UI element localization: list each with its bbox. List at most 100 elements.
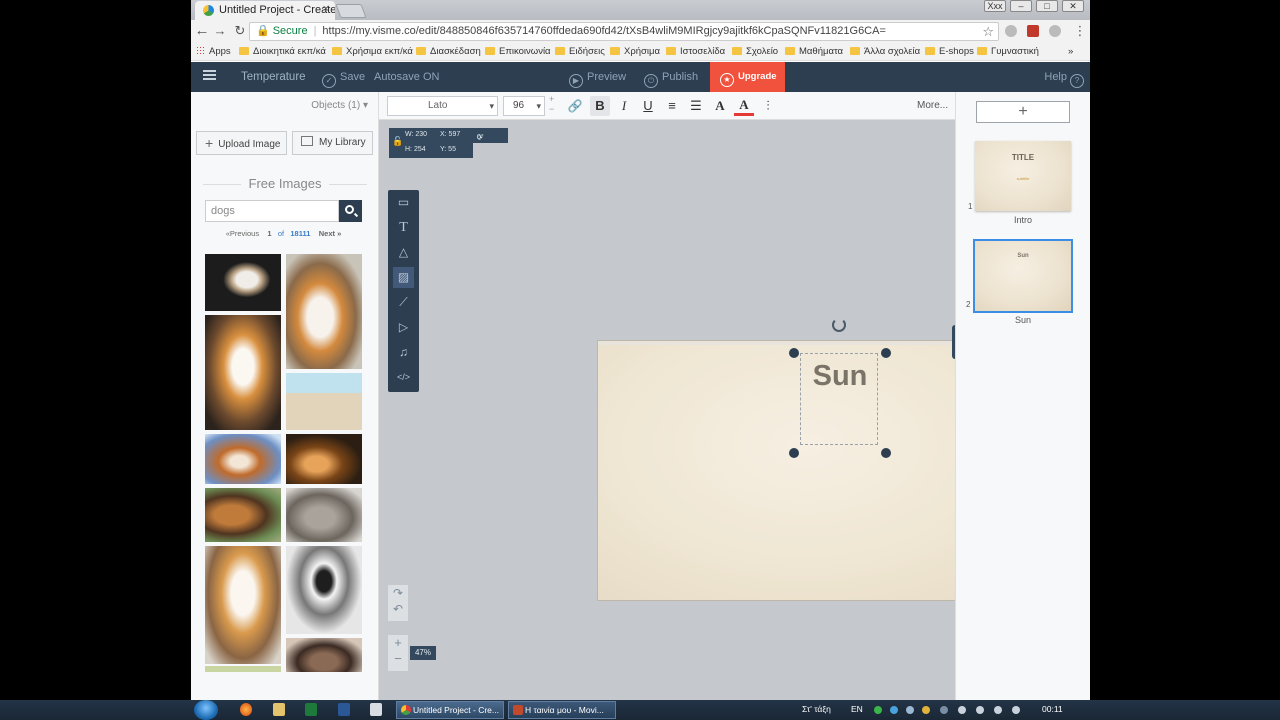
publish-button[interactable]: ⏻ Publish xyxy=(644,71,698,88)
highlight-color-icon[interactable]: A xyxy=(734,96,754,116)
undo-icon[interactable]: ↶ xyxy=(388,601,408,617)
embed-code-icon[interactable]: </> xyxy=(393,367,414,388)
address-bar[interactable]: 🔒 Secure | https://my.visme.co/edit/8488508… xyxy=(249,22,999,41)
extension-red-icon[interactable] xyxy=(1027,25,1039,37)
size-stepper[interactable]: + − xyxy=(549,94,554,114)
image-thumbnail[interactable] xyxy=(205,315,281,430)
excel-icon[interactable] xyxy=(305,703,317,716)
resize-handle[interactable] xyxy=(789,448,799,458)
more-button[interactable]: More... xyxy=(917,100,948,111)
bookmark-folder[interactable]: Διοικητικά εκπ/κά xyxy=(239,46,326,57)
italic-button[interactable]: I xyxy=(614,96,634,116)
browser-tab[interactable]: Untitled Project - Create × xyxy=(195,1,335,20)
image-thumbnail[interactable] xyxy=(205,666,281,672)
underline-button[interactable]: U xyxy=(638,96,658,116)
autosave-toggle[interactable]: Autosave ON xyxy=(374,71,439,83)
text-color-icon[interactable]: A xyxy=(710,96,730,116)
canvas-area[interactable]: W: 230 X: 597 ⟳ 0° H: 254 Y: 55 🔓 ▭ T △ … xyxy=(379,120,1061,700)
back-arrow-icon[interactable]: ← xyxy=(193,22,211,39)
preview-button[interactable]: ▶ Preview xyxy=(569,71,626,88)
profile-button[interactable]: Xxx xyxy=(984,0,1006,12)
project-name[interactable]: Temperature xyxy=(241,71,306,83)
tray-play-icon[interactable] xyxy=(874,706,882,714)
image-thumbnail[interactable] xyxy=(205,546,281,664)
shapes-tool-icon[interactable]: △ xyxy=(393,242,414,263)
slide-thumbnail-1[interactable]: TITLE subtitle xyxy=(975,141,1071,211)
hamburger-menu-icon[interactable] xyxy=(203,70,216,80)
image-thumbnail[interactable] xyxy=(205,488,281,542)
chart-tool-icon[interactable]: ⟋ xyxy=(393,292,414,313)
explorer-folder-icon[interactable] xyxy=(273,703,285,716)
lock-ratio-icon[interactable]: 🔓 xyxy=(392,136,403,147)
bookmark-folder[interactable]: Ειδήσεις xyxy=(555,46,605,57)
image-thumbnail[interactable] xyxy=(286,254,362,369)
plus-icon[interactable]: + xyxy=(549,94,554,104)
selected-text-box[interactable]: Sun xyxy=(800,353,878,445)
save-button[interactable]: ✓ Save xyxy=(322,71,365,88)
image-thumbnail[interactable] xyxy=(286,638,362,672)
slide-title-text[interactable]: Sun xyxy=(801,360,879,393)
chrome-menu-icon[interactable]: ⋮ xyxy=(1071,23,1089,39)
close-window-button[interactable]: ✕ xyxy=(1062,0,1084,12)
bookmark-apps[interactable]: Apps xyxy=(196,46,231,57)
upload-image-button[interactable]: + Upload Image xyxy=(196,131,287,155)
tray-app-icon[interactable] xyxy=(906,706,914,714)
align-center-icon[interactable]: ≡ xyxy=(662,96,682,116)
help-button[interactable]: Help? xyxy=(1044,71,1084,88)
start-button[interactable] xyxy=(194,700,218,720)
resize-handle[interactable] xyxy=(789,348,799,358)
resize-handle[interactable] xyxy=(881,348,891,358)
rotate-handle-icon[interactable] xyxy=(832,318,846,332)
bookmark-folder[interactable]: E-shops xyxy=(925,46,974,57)
bookmark-folder[interactable]: Μαθήματα xyxy=(785,46,843,57)
input-language[interactable]: EN xyxy=(851,704,863,714)
resize-handle[interactable] xyxy=(881,448,891,458)
zoom-in-icon[interactable]: + xyxy=(388,635,408,651)
extension-cloud-icon[interactable] xyxy=(1049,25,1061,37)
bookmark-folder[interactable]: Χρήσιμα xyxy=(610,46,660,57)
taskbar-moviemaker-task[interactable]: Η ταινία μου - Movi... xyxy=(508,701,616,719)
upgrade-button[interactable]: ★ Upgrade xyxy=(710,62,785,92)
add-slide-button[interactable]: + xyxy=(976,101,1070,123)
notepad-icon[interactable] xyxy=(370,703,382,716)
background-tool-icon[interactable]: ▭ xyxy=(393,192,414,213)
image-search-input[interactable]: dogs xyxy=(205,200,339,222)
bookmark-star-icon[interactable]: ☆ xyxy=(982,23,994,40)
bookmark-folder[interactable]: Άλλα σχολεία xyxy=(850,46,920,57)
video-tool-icon[interactable]: ▷ xyxy=(393,317,414,338)
bookmark-folder[interactable]: Διασκέδαση xyxy=(416,46,481,57)
font-family-select[interactable]: Lato xyxy=(387,96,498,116)
minimize-button[interactable]: – xyxy=(1010,0,1032,12)
tray-speaker-icon[interactable] xyxy=(994,706,1002,714)
new-tab-button[interactable] xyxy=(335,4,367,18)
clock[interactable]: 00:11 xyxy=(1042,704,1063,714)
slide-thumbnail-2[interactable]: Sun xyxy=(975,241,1071,311)
maximize-button[interactable]: □ xyxy=(1036,0,1058,12)
bookmark-folder[interactable]: Χρήσιμα εκπ/κά xyxy=(332,46,413,57)
image-thumbnail[interactable] xyxy=(286,373,362,430)
my-library-button[interactable]: My Library xyxy=(292,131,373,155)
bookmark-folder[interactable]: Γυμναστική xyxy=(977,46,1039,57)
bookmark-folder[interactable]: Επικοινωνία xyxy=(485,46,551,57)
redo-icon[interactable]: ↷ xyxy=(388,585,408,601)
image-thumbnail[interactable] xyxy=(205,434,281,484)
image-thumbnail[interactable] xyxy=(205,254,281,311)
objects-dropdown[interactable]: Objects (1) ▾ xyxy=(311,100,368,111)
text-tool-icon[interactable]: T xyxy=(393,217,414,238)
image-tool-icon[interactable]: ▨ xyxy=(393,267,414,288)
tray-warning-icon[interactable] xyxy=(922,706,930,714)
tray-volume-icon[interactable] xyxy=(1012,706,1020,714)
bookmark-folder[interactable]: Ιστοσελίδα xyxy=(666,46,725,57)
tab-close-icon[interactable]: × xyxy=(323,3,329,15)
font-size-select[interactable]: 96 xyxy=(503,96,545,116)
word-icon[interactable] xyxy=(338,703,350,716)
image-thumbnail[interactable] xyxy=(286,546,362,634)
tray-monitor-icon[interactable] xyxy=(976,706,984,714)
reload-icon[interactable]: ↻ xyxy=(231,23,249,39)
bold-button[interactable]: B xyxy=(590,96,610,116)
tray-device-icon[interactable] xyxy=(940,706,948,714)
list-icon[interactable]: ☰ xyxy=(686,96,706,116)
bookmark-folder[interactable]: Σχολείο xyxy=(732,46,778,57)
tray-network-icon[interactable] xyxy=(890,706,898,714)
image-thumbnail[interactable] xyxy=(286,434,362,484)
